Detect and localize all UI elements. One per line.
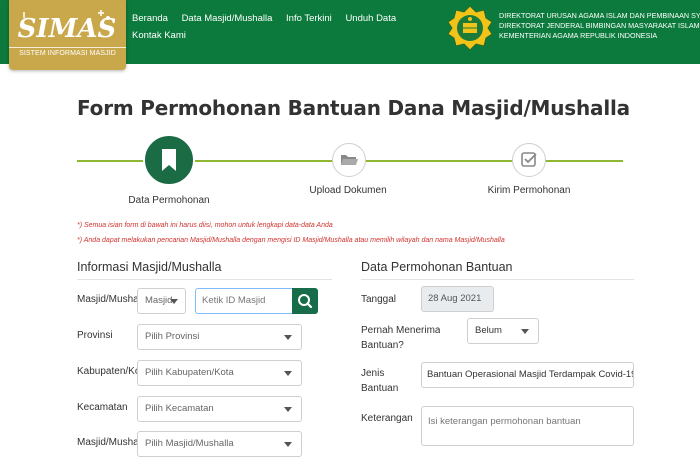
nav-item-data-masjid[interactable]: Data Masjid/Mushalla (182, 13, 273, 24)
select-jenis-bantuan[interactable]: Bantuan Operasional Masjid Terdampak Cov… (421, 362, 634, 388)
bookmark-icon (162, 149, 176, 171)
chevron-down-icon (284, 442, 292, 447)
logo-subtitle: SISTEM INFORMASI MASJID (9, 47, 126, 57)
select-type-masjid-value: Masjid (145, 295, 173, 306)
ministry-line-1: DIREKTORAT URUSAN AGAMA ISLAM DAN PEMBIN… (499, 11, 700, 20)
chevron-down-icon (284, 407, 292, 412)
logo-wordmark: SIMAS (18, 14, 117, 44)
check-square-icon (521, 152, 537, 167)
tanggal-field: 28 Aug 2021 (421, 286, 494, 312)
select-kabupaten-value: Pilih Kabupaten/Kota (145, 367, 234, 378)
site-logo[interactable]: SIMAS SISTEM INFORMASI MASJID (9, 0, 126, 70)
section-divider-left (77, 279, 332, 280)
form-note-2: *) Anda dapat melakukan pencarian Masjid… (77, 237, 505, 244)
select-pernah-menerima[interactable]: Belum (467, 318, 539, 344)
step-label-kirim-permohonan: Kirim Permohonan (487, 185, 571, 196)
select-kecamatan[interactable]: Pilih Kecamatan (137, 396, 302, 422)
section-divider-right (361, 279, 634, 280)
nav-item-info-terkini[interactable]: Info Terkini (286, 13, 332, 24)
form-note-1: *) Semua isian form di bawah ini harus d… (77, 222, 333, 229)
label-provinsi: Provinsi (77, 330, 113, 341)
label-kabupaten: Kabupaten/Kota (77, 366, 137, 377)
label-tanggal: Tanggal (361, 294, 397, 305)
label-jenis-bantuan-1: Jenis (361, 368, 385, 379)
masjid-id-search-input[interactable]: Ketik ID Masjid (195, 288, 293, 314)
chevron-down-icon (284, 371, 292, 376)
ministry-line-2: DIREKTORAT JENDERAL BIMBINGAN MASYARAKAT… (499, 21, 700, 30)
label-jenis-bantuan-2: Bantuan (361, 383, 399, 394)
step-kirim-permohonan[interactable] (512, 143, 546, 177)
label-masjid: Masjid/Mushalla (77, 437, 137, 448)
ministry-text: DIREKTORAT URUSAN AGAMA ISLAM DAN PEMBIN… (499, 11, 700, 41)
section-title-data-permohonan: Data Permohonan Bantuan (361, 260, 513, 274)
chevron-down-icon (521, 329, 529, 334)
select-jenis-bantuan-value: Bantuan Operasional Masjid Terdampak Cov… (427, 369, 634, 380)
search-icon (298, 294, 313, 309)
label-type-masjid: Masjid/Mushalla (77, 294, 137, 305)
nav-item-kontak-kami[interactable]: Kontak Kami (132, 30, 186, 41)
kemenag-emblem-icon (447, 5, 493, 51)
folder-icon (341, 155, 358, 165)
label-pernah-menerima-2: Bantuan? (361, 340, 404, 351)
step-label-data-permohonan: Data Permohonan (128, 195, 210, 206)
select-type-masjid[interactable]: Masjid (137, 288, 186, 314)
select-provinsi-value: Pilih Provinsi (145, 331, 200, 342)
step-data-permohonan[interactable] (143, 134, 195, 186)
step-upload-dokumen[interactable] (332, 143, 366, 177)
chevron-down-icon (170, 299, 178, 304)
select-provinsi[interactable]: Pilih Provinsi (137, 324, 302, 350)
select-kabupaten[interactable]: Pilih Kabupaten/Kota (137, 360, 302, 386)
nav-item-unduh-data[interactable]: Unduh Data (345, 13, 396, 24)
label-pernah-menerima-1: Pernah Menerima (361, 325, 441, 336)
label-kecamatan: Kecamatan (77, 402, 128, 413)
top-header: SIMAS SISTEM INFORMASI MASJID Beranda Da… (0, 0, 700, 70)
keterangan-textarea[interactable]: Isi keterangan permohonan bantuan (421, 406, 634, 446)
select-masjid[interactable]: Pilih Masjid/Mushalla (137, 431, 302, 457)
simas-logo-mark: SIMAS (18, 10, 117, 44)
main-nav: Beranda Data Masjid/Mushalla Info Terkin… (132, 13, 412, 47)
step-label-upload-dokumen: Upload Dokumen (309, 185, 387, 196)
search-button[interactable] (292, 288, 318, 314)
chevron-down-icon (284, 335, 292, 340)
ministry-line-3: KEMENTERIAN AGAMA REPUBLIK INDONESIA (499, 31, 658, 40)
select-kecamatan-value: Pilih Kecamatan (145, 403, 214, 414)
page-title: Form Permohonan Bantuan Dana Masjid/Mush… (77, 96, 630, 120)
section-title-informasi-masjid: Informasi Masjid/Mushalla (77, 260, 222, 274)
nav-item-beranda[interactable]: Beranda (132, 13, 168, 24)
label-keterangan: Keterangan (361, 413, 413, 424)
select-masjid-value: Pilih Masjid/Mushalla (145, 438, 234, 449)
select-pernah-menerima-value: Belum (475, 325, 502, 336)
